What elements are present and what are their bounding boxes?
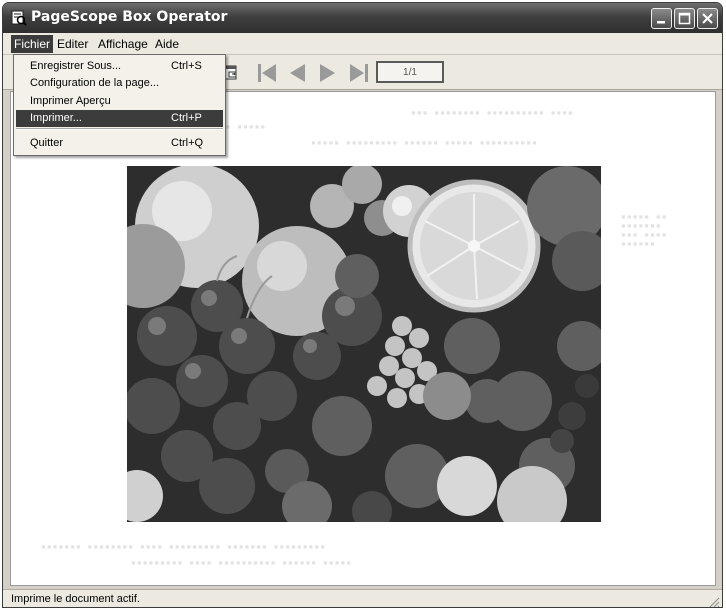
last-page-icon[interactable]: [347, 62, 373, 84]
menu-item-label: Imprimer...: [30, 112, 82, 124]
menu-item-label: Imprimer Aperçu: [30, 95, 111, 107]
minimize-button[interactable]: [651, 8, 672, 29]
menu-item-label: Enregistrer Sous...: [30, 60, 122, 72]
menu-item-page-setup[interactable]: Configuration de la page...: [16, 75, 223, 92]
status-bar: Imprime le document actif.: [3, 589, 722, 608]
bleed-through-text: ▪▪▪▪▪▪▪ ▪▪▪▪▪▪▪▪ ▪▪▪▪ ▪▪▪▪▪▪▪▪▪ ▪▪▪▪▪▪▪ …: [41, 542, 327, 551]
menu-item-save-as[interactable]: Enregistrer Sous... Ctrl+S: [16, 58, 223, 75]
menu-separator: [16, 128, 223, 130]
menu-item-print[interactable]: Imprimer... Ctrl+P: [16, 110, 223, 127]
menu-affichage[interactable]: Affichage: [95, 36, 151, 52]
bleed-through-text: ▪▪▪▪▪ ▪▪ ▪▪▪▪▪▪▪ ▪▪▪ ▪▪▪▪ ▪▪▪▪▪▪: [621, 212, 668, 248]
close-button[interactable]: [697, 8, 718, 29]
resize-grip-icon[interactable]: [708, 596, 720, 608]
bleed-through-text: ▪▪▪▪▪ ▪▪▪▪▪▪▪▪▪ ▪▪▪▪▪▪ ▪▪▪▪▪ ▪▪▪▪▪▪▪▪▪▪: [311, 138, 538, 147]
fruit-photo: [127, 166, 601, 522]
menu-item-label: Quitter: [30, 137, 64, 149]
window-title: PageScope Box Operator: [31, 9, 228, 25]
title-bar[interactable]: PageScope Box Operator: [3, 3, 722, 33]
first-page-icon[interactable]: [255, 62, 279, 84]
next-page-icon[interactable]: [316, 62, 340, 84]
close-icon: [702, 13, 713, 24]
menu-item-label: Configuration de la page...: [30, 77, 160, 89]
menu-bar: Fichier Editer Affichage Aide: [3, 33, 722, 55]
menu-item-shortcut: Ctrl+P: [171, 112, 202, 124]
app-icon: [11, 10, 27, 26]
maximize-icon: [678, 12, 691, 25]
menu-editer[interactable]: Editer: [54, 36, 91, 52]
menu-item-shortcut: Ctrl+S: [171, 60, 202, 72]
document-view[interactable]: ▪▪▪ ▪▪▪▪▪▪▪▪ ▪▪▪▪▪▪▪▪▪▪ ▪▪▪▪ ▪▪▪▪▪ ▪▪▪ ▪▪…: [10, 91, 716, 586]
app-window: PageScope Box Operator Fichier Editer Af…: [2, 2, 723, 608]
bleed-through-text: ▪▪▪▪▪▪▪▪▪ ▪▪▪▪ ▪▪▪▪▪▪▪▪▪▪ ▪▪▪▪▪▪ ▪▪▪▪▪: [131, 558, 353, 567]
bleed-through-text: ▪▪▪ ▪▪▪▪▪▪▪▪ ▪▪▪▪▪▪▪▪▪▪ ▪▪▪▪: [411, 108, 574, 117]
menu-item-shortcut: Ctrl+Q: [171, 137, 204, 149]
page-indicator: 1/1: [376, 61, 444, 83]
menu-item-quit[interactable]: Quitter Ctrl+Q: [16, 135, 223, 152]
minimize-icon: [657, 21, 665, 24]
status-text: Imprime le document actif.: [11, 593, 140, 605]
maximize-button[interactable]: [674, 8, 695, 29]
menu-item-print-preview[interactable]: Imprimer Aperçu: [16, 93, 223, 110]
previous-page-icon[interactable]: [285, 62, 309, 84]
menu-fichier[interactable]: Fichier: [11, 35, 54, 53]
menu-aide[interactable]: Aide: [152, 36, 182, 52]
file-menu-dropdown: Enregistrer Sous... Ctrl+S Configuration…: [13, 54, 226, 156]
